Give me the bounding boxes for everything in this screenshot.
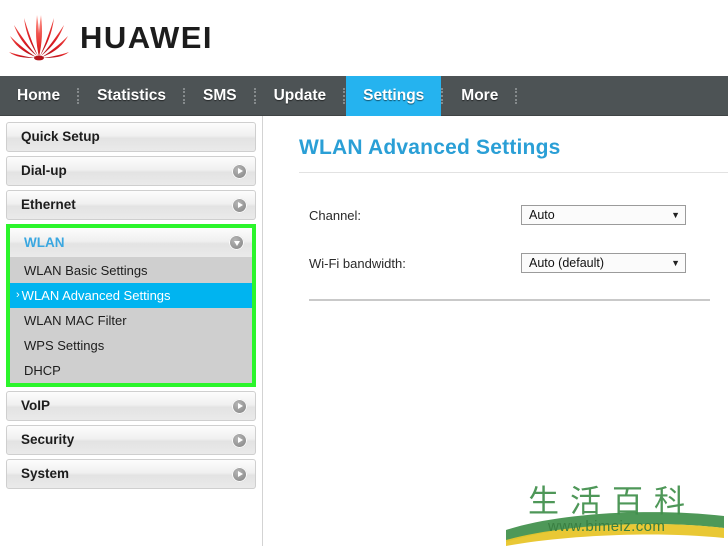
sidebar-item-wlan-advanced-settings[interactable]: › WLAN Advanced Settings (10, 283, 252, 308)
page-title: WLAN Advanced Settings (299, 136, 561, 159)
channel-select-value: Auto (529, 208, 555, 222)
nav-separator (183, 88, 186, 104)
settings-form: Channel: Auto ▼ Wi-Fi bandwidth: Auto (d… (281, 173, 728, 301)
sidebar-item-label: System (21, 466, 70, 482)
nav-separator (77, 88, 80, 104)
sidebar-item-dhcp[interactable]: DHCP (10, 358, 252, 383)
sidebar-item-label: DHCP (24, 363, 61, 378)
nav-separator (343, 88, 346, 104)
sidebar-item-wlan-mac-filter[interactable]: WLAN MAC Filter (10, 308, 252, 333)
chevron-down-icon: ▼ (671, 257, 680, 268)
form-row-channel: Channel: Auto ▼ (281, 203, 728, 227)
sidebar-item-dial-up[interactable]: Dial-up (6, 156, 256, 186)
sidebar-item-label: Dial-up (21, 163, 67, 179)
brand-name: HUAWEI (80, 20, 213, 55)
chevron-right-icon (232, 398, 247, 414)
sidebar-item-quick-setup[interactable]: Quick Setup (6, 122, 256, 152)
sidebar-item-label: VoIP (21, 398, 51, 414)
sidebar-item-security[interactable]: Security (6, 425, 256, 455)
nav-separator (515, 88, 518, 104)
chevron-right-icon (232, 197, 247, 213)
sidebar-item-system[interactable]: System (6, 459, 256, 489)
wlan-submenu: WLAN Basic Settings › WLAN Advanced Sett… (10, 258, 252, 383)
content-pane: WLAN Advanced Settings Channel: Auto ▼ W… (262, 116, 728, 546)
sidebar-item-voip[interactable]: VoIP (6, 391, 256, 421)
chevron-right-icon (232, 432, 247, 448)
sidebar-item-label: WPS Settings (24, 338, 105, 353)
sidebar-item-ethernet[interactable]: Ethernet (6, 190, 256, 220)
nav-item-sms[interactable]: SMS (186, 76, 254, 116)
chevron-down-icon (229, 235, 244, 250)
sidebar-item-label: WLAN Advanced Settings (21, 288, 171, 303)
sidebar-item-label: Ethernet (21, 197, 76, 213)
sidebar-item-label: WLAN (24, 234, 65, 250)
sidebar-item-wlan[interactable]: WLAN (10, 228, 252, 258)
sidebar-item-label: Security (21, 432, 75, 448)
sidebar: Quick Setup Dial-up Ethernet WLAN WLAN B… (0, 116, 262, 546)
wifi-bandwidth-select-value: Auto (default) (529, 256, 605, 270)
wlan-highlight-annotation: WLAN WLAN Basic Settings › WLAN Advanced… (6, 224, 256, 387)
huawei-flower-logo-icon (8, 10, 70, 66)
page-body: Quick Setup Dial-up Ethernet WLAN WLAN B… (0, 116, 728, 546)
chevron-down-icon: ▼ (671, 209, 680, 220)
sidebar-item-wps-settings[interactable]: WPS Settings (10, 333, 252, 358)
nav-separator (441, 88, 444, 104)
wifi-bandwidth-label: Wi-Fi bandwidth: (309, 255, 406, 271)
nav-item-home[interactable]: Home (0, 76, 77, 116)
sidebar-item-label: WLAN MAC Filter (24, 313, 127, 328)
sidebar-item-wlan-basic-settings[interactable]: WLAN Basic Settings (10, 258, 252, 283)
form-row-wifi-bandwidth: Wi-Fi bandwidth: Auto (default) ▼ (281, 251, 728, 275)
sidebar-item-label: Quick Setup (21, 129, 100, 145)
nav-item-update[interactable]: Update (257, 76, 344, 116)
form-divider (309, 299, 710, 301)
nav-item-statistics[interactable]: Statistics (80, 76, 183, 116)
wifi-bandwidth-select[interactable]: Auto (default) ▼ (521, 253, 686, 273)
chevron-right-icon (232, 466, 247, 482)
sidebar-item-label: WLAN Basic Settings (24, 263, 148, 278)
channel-label: Channel: (309, 207, 362, 223)
chevron-right-icon (232, 163, 247, 179)
nav-separator (253, 88, 257, 104)
nav-item-settings[interactable]: Settings (346, 76, 442, 116)
chevron-right-small-icon: › (16, 289, 20, 301)
app-header: HUAWEI (0, 0, 728, 76)
channel-select[interactable]: Auto ▼ (521, 205, 686, 225)
main-navigation: Home Statistics SMS Update Settings More (0, 76, 728, 116)
nav-item-more[interactable]: More (444, 76, 515, 116)
